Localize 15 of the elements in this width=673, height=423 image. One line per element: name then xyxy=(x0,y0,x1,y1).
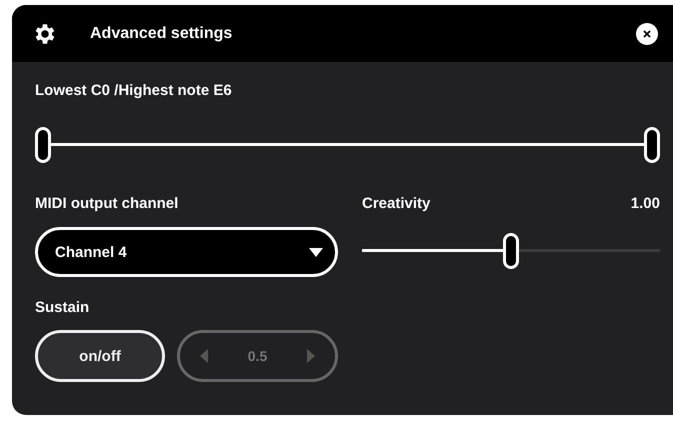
slider-handle[interactable] xyxy=(644,127,660,163)
midi-label: MIDI output channel xyxy=(35,195,180,212)
window-title: Advanced settings xyxy=(90,24,234,42)
creativity-slider[interactable] xyxy=(362,233,660,269)
close-button[interactable] xyxy=(636,22,658,44)
channel-dropdown[interactable]: Channel 4 xyxy=(35,227,338,277)
caret-icon xyxy=(309,248,323,256)
toggle-button[interactable]: on/off xyxy=(35,330,165,382)
slider-handle[interactable] xyxy=(503,233,519,269)
sustain-label: Sustain xyxy=(35,299,90,316)
range-label: Lowest C0 /Highest note E6 xyxy=(35,82,233,99)
creativity-label: Creativity xyxy=(362,195,430,212)
slider-handle[interactable] xyxy=(35,127,51,163)
creativity-value: 1.00 xyxy=(630,195,660,212)
close-icon xyxy=(643,30,651,38)
